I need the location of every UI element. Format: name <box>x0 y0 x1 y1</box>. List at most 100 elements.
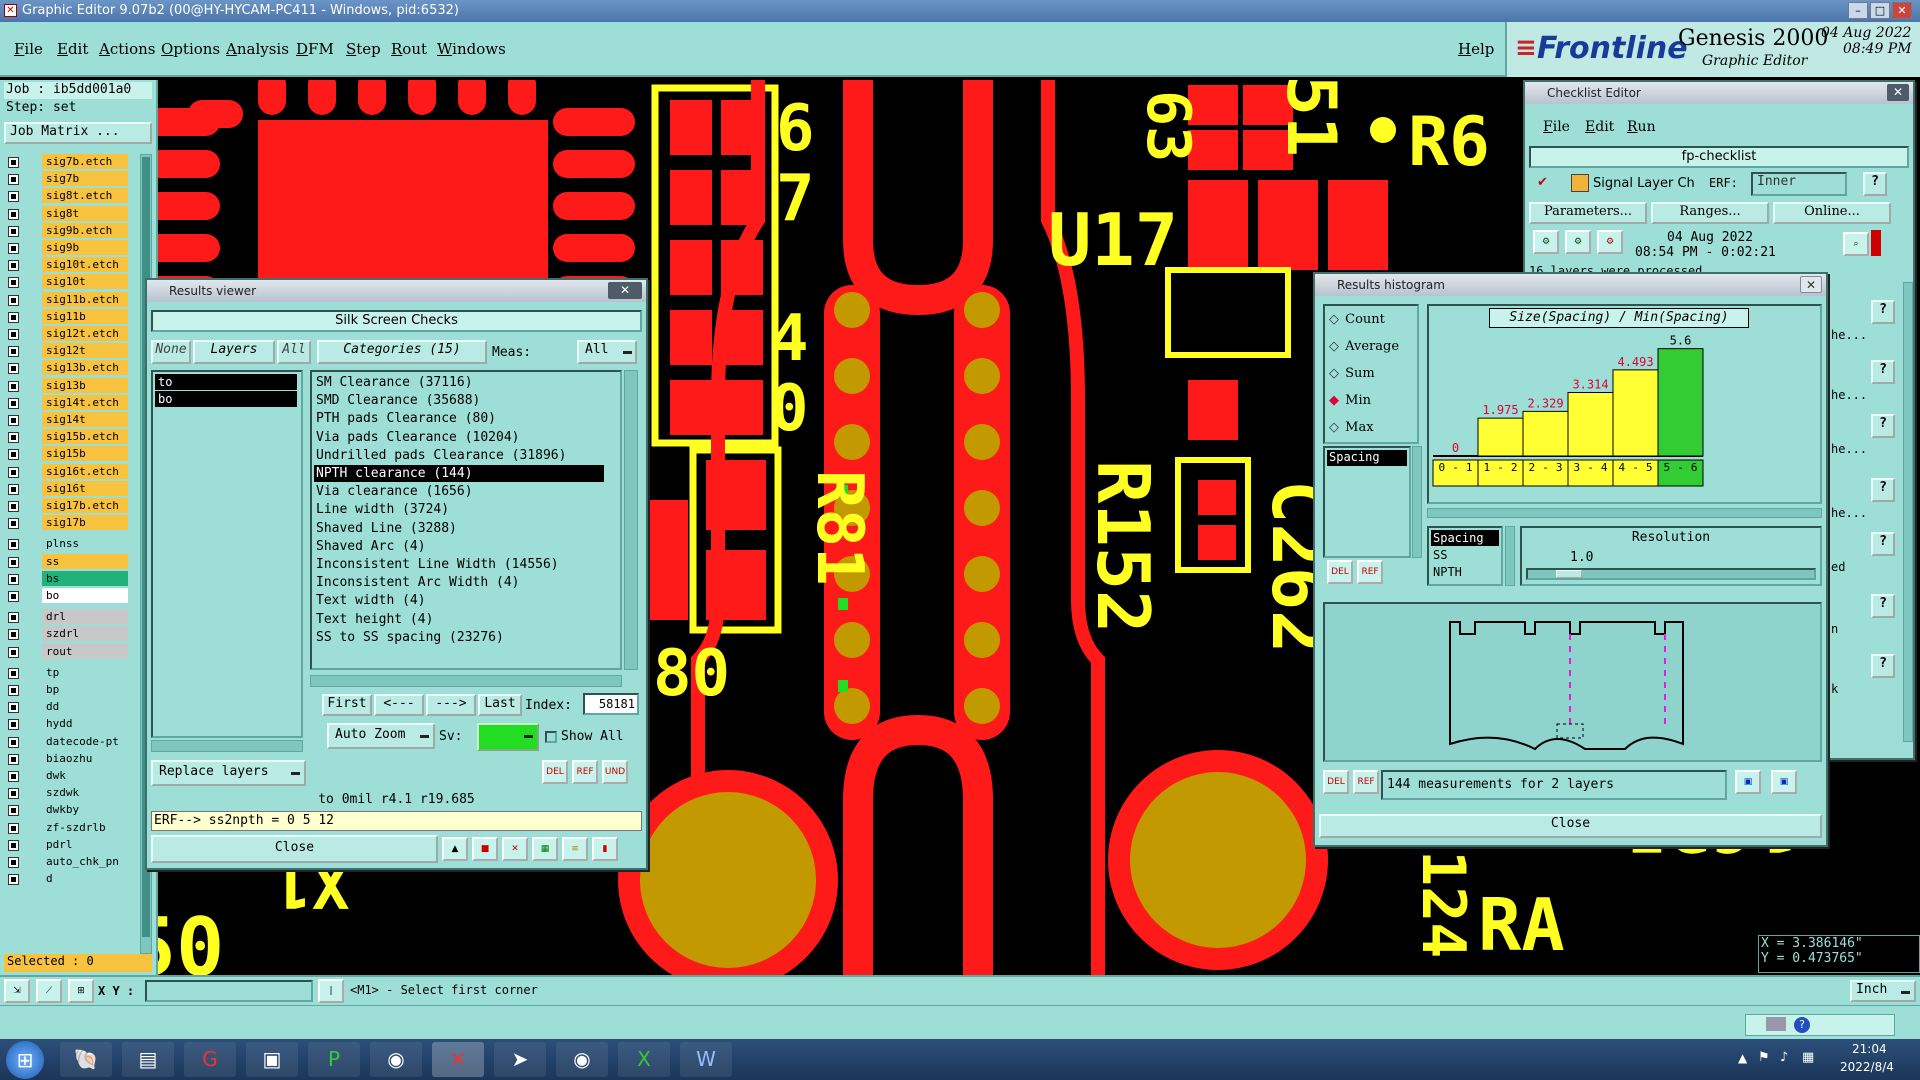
layer-row[interactable]: ss <box>6 553 128 571</box>
filter-list[interactable]: Spacing SS NPTH <box>1427 526 1503 586</box>
radio-icon[interactable]: ◇ <box>1329 312 1341 327</box>
taskbar-save-icon[interactable]: ▣ <box>246 1042 298 1077</box>
layer-name[interactable]: sig16t <box>42 480 128 496</box>
layer-name[interactable]: ss <box>42 553 128 569</box>
histogram-bar[interactable] <box>1567 391 1614 457</box>
layer-name[interactable]: hydd <box>42 716 128 732</box>
menu-dfm[interactable]: DFM <box>296 40 334 58</box>
categories-button[interactable]: Categories (15) <box>317 340 487 364</box>
histogram-bar[interactable] <box>1612 369 1659 457</box>
layer-name[interactable]: sig12t <box>42 343 128 359</box>
category-item[interactable]: Inconsistent Line Width (14556) <box>314 556 604 573</box>
layer-name[interactable]: sig10t <box>42 274 128 290</box>
layer-name[interactable]: sig7b <box>42 171 128 187</box>
checklist-menu-run[interactable]: Run <box>1627 119 1656 135</box>
layer-row[interactable]: sig11b <box>6 308 128 326</box>
xy-input[interactable] <box>145 980 313 1002</box>
layer-row[interactable]: plnss <box>6 536 128 553</box>
layer-row[interactable]: auto_chk_pn <box>6 854 128 871</box>
menu-actions[interactable]: Actions <box>99 40 155 58</box>
layer-row[interactable]: sig17b <box>6 515 128 532</box>
checklist-action-row[interactable]: ? k <box>1831 654 1901 706</box>
tray-flag-icon[interactable]: ⚑ <box>1758 1050 1770 1065</box>
taskbar-genesis-icon[interactable]: ✕ <box>432 1042 484 1077</box>
layer-name[interactable]: sig12t.etch <box>42 326 128 341</box>
chart-icon[interactable]: ▦ <box>532 837 558 861</box>
checklist-action-row[interactable]: ? he... <box>1831 360 1901 412</box>
layer-name[interactable]: zf-szdrlb <box>42 819 128 835</box>
layer-row[interactable]: dwkby <box>6 802 128 819</box>
print-icon[interactable]: ▣ <box>1771 770 1797 794</box>
tray-arrow-icon[interactable]: ▲ <box>1738 1051 1747 1065</box>
radio-icon[interactable]: ◇ <box>1329 420 1341 435</box>
layer-checkbox[interactable] <box>8 753 19 765</box>
result-layer-item[interactable]: to <box>155 374 297 390</box>
layer-checkbox[interactable] <box>8 736 19 748</box>
taskbar-eye2-icon[interactable]: ◉ <box>556 1042 608 1077</box>
layer-checkbox[interactable] <box>8 685 19 696</box>
layer-checkbox[interactable] <box>8 208 19 220</box>
layer-name[interactable]: dd <box>42 699 128 715</box>
layer-checkbox[interactable] <box>8 380 19 392</box>
minimize-button[interactable]: – <box>1848 2 1868 19</box>
layer-row[interactable]: sig10t.etch <box>6 257 128 274</box>
layer-name[interactable]: szdrl <box>42 626 128 642</box>
layer-name[interactable]: datecode-pt <box>42 733 128 749</box>
refresh-icon[interactable]: REF <box>572 760 598 784</box>
meas-dropdown[interactable]: All <box>577 340 637 364</box>
parameters-button[interactable]: Parameters... <box>1529 202 1647 224</box>
layer-row[interactable]: sig17b.etch <box>6 498 128 515</box>
results-viewer-titlebar[interactable]: Results viewer ✕ <box>147 280 646 302</box>
layer-name[interactable]: bs <box>42 570 128 586</box>
field-list[interactable]: Spacing <box>1323 446 1411 558</box>
layer-checkbox[interactable] <box>8 466 19 478</box>
filter-list-scrollbar[interactable] <box>1505 526 1515 586</box>
layer-row[interactable]: sig15b <box>6 446 128 463</box>
layer-name[interactable]: sig16t.etch <box>42 463 128 479</box>
help-button[interactable]: ? <box>1871 654 1895 678</box>
grid-tool-icon[interactable]: ⊞ <box>68 979 94 1003</box>
layer-row[interactable]: drl <box>6 609 128 626</box>
layer-checkbox[interactable] <box>8 174 19 186</box>
ranges-button[interactable]: Ranges... <box>1651 202 1769 224</box>
layer-row[interactable]: dwk <box>6 768 128 785</box>
layer-row[interactable]: sig12t <box>6 343 128 360</box>
category-item[interactable]: Shaved Arc (4) <box>314 538 604 555</box>
preview-delete-icon[interactable]: DEL <box>1323 770 1349 794</box>
units-dropdown[interactable]: Inch <box>1850 980 1916 1002</box>
layer-checkbox[interactable] <box>8 449 19 461</box>
layer-checkbox[interactable] <box>8 719 19 731</box>
histogram-close-icon[interactable]: ✕ <box>1800 276 1822 293</box>
checklist-scrollbar[interactable] <box>1903 282 1913 742</box>
menu-options[interactable]: Options <box>161 40 220 58</box>
taskbar-p-icon[interactable]: P <box>308 1042 360 1077</box>
export-icon[interactable]: ▣ <box>1735 770 1761 794</box>
histogram-refresh-icon[interactable]: REF <box>1357 560 1383 584</box>
histogram-close-button[interactable]: Close <box>1319 814 1822 838</box>
field-list-scrollbar[interactable] <box>1412 446 1422 558</box>
layer-row[interactable]: sig7b <box>6 171 128 188</box>
check-mark-icon[interactable]: ✔ <box>1537 175 1549 190</box>
select-tool-icon[interactable]: ⇲ <box>4 979 30 1003</box>
help-tray-icon[interactable]: ? <box>1794 1017 1810 1033</box>
layer-row[interactable]: bs <box>6 570 128 588</box>
layer-checkbox[interactable] <box>8 573 19 585</box>
layer-name[interactable]: sig7b.etch <box>42 154 128 169</box>
taskbar-excel-icon[interactable]: X <box>618 1042 670 1077</box>
layer-name[interactable]: sig17b.etch <box>42 498 128 513</box>
run-icon[interactable]: ⚙ <box>1533 230 1559 254</box>
layer-row[interactable]: sig7b.etch <box>6 154 128 171</box>
layer-checkbox[interactable] <box>8 260 19 272</box>
checklist-editor-close-icon[interactable]: ✕ <box>1887 84 1909 101</box>
checklist-menu-edit[interactable]: Edit <box>1585 119 1614 135</box>
layer-checkbox[interactable] <box>8 483 19 495</box>
layer-row[interactable]: rout <box>6 643 128 661</box>
help-button[interactable]: ? <box>1871 478 1895 502</box>
help-button[interactable]: ? <box>1871 414 1895 438</box>
index-input[interactable]: 58181 <box>583 693 639 715</box>
menu-step[interactable]: Step <box>346 40 381 58</box>
erf-input[interactable]: Inner <box>1751 172 1847 196</box>
layer-name[interactable]: sig13b.etch <box>42 360 128 376</box>
layer-checkbox[interactable] <box>8 225 19 237</box>
resolution-slider-thumb[interactable] <box>1556 570 1582 578</box>
